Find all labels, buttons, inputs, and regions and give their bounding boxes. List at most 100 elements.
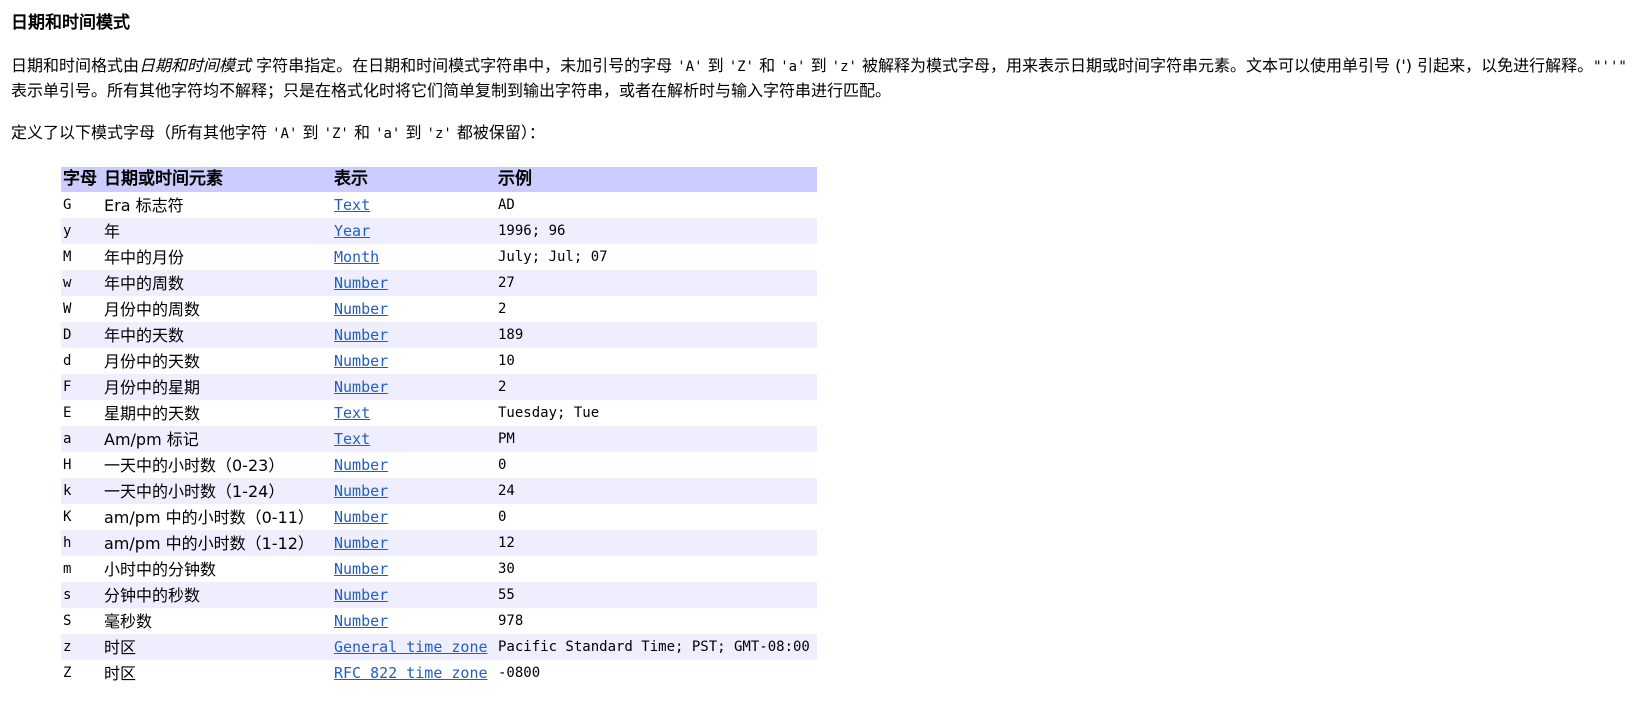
header-letter: 字母 bbox=[61, 167, 102, 192]
cell-example: 55 bbox=[496, 582, 817, 608]
intro-text-4: 和 bbox=[754, 56, 781, 75]
cell-letter: F bbox=[61, 374, 102, 400]
defined-text-5: 都被保留）： bbox=[451, 123, 545, 142]
table-row: z 时区 General time zone Pacific Standard … bbox=[61, 634, 817, 660]
presentation-link[interactable]: Number bbox=[334, 352, 388, 370]
table-row: M 年中的月份 Month July; Jul; 07 bbox=[61, 244, 817, 270]
table-row: d 月份中的天数 Number 10 bbox=[61, 348, 817, 374]
table-row: S 毫秒数 Number 978 bbox=[61, 608, 817, 634]
cell-example: July; Jul; 07 bbox=[496, 244, 817, 270]
cell-letter: S bbox=[61, 608, 102, 634]
presentation-link[interactable]: Number bbox=[334, 482, 388, 500]
cell-example: PM bbox=[496, 426, 817, 452]
presentation-link[interactable]: Number bbox=[334, 612, 388, 630]
intro-text-5: 到 bbox=[805, 56, 832, 75]
pattern-letters-table: 字母 日期或时间元素 表示 示例 G Era 标志符 Text AD y 年 Y… bbox=[61, 167, 817, 686]
cell-presentation: Number bbox=[332, 322, 496, 348]
cell-example: Tuesday; Tue bbox=[496, 400, 817, 426]
presentation-link[interactable]: Number bbox=[334, 300, 388, 318]
presentation-link[interactable]: Text bbox=[334, 404, 370, 422]
table-row: W 月份中的周数 Number 2 bbox=[61, 296, 817, 322]
defined-text-2: 到 bbox=[297, 123, 324, 142]
cell-letter: m bbox=[61, 556, 102, 582]
cell-example: 0 bbox=[496, 452, 817, 478]
cell-presentation: Number bbox=[332, 504, 496, 530]
cell-presentation: Number bbox=[332, 296, 496, 322]
table-body: G Era 标志符 Text AD y 年 Year 1996; 96 M 年中… bbox=[61, 192, 817, 686]
cell-letter: k bbox=[61, 478, 102, 504]
cell-example: 24 bbox=[496, 478, 817, 504]
cell-example: 2 bbox=[496, 296, 817, 322]
intro-code-quote: "''" bbox=[1593, 59, 1627, 75]
table-row: m 小时中的分钟数 Number 30 bbox=[61, 556, 817, 582]
presentation-link[interactable]: Text bbox=[334, 196, 370, 214]
defined-code-z: 'z' bbox=[426, 126, 452, 142]
cell-example: 2 bbox=[496, 374, 817, 400]
cell-example: 12 bbox=[496, 530, 817, 556]
cell-example: 30 bbox=[496, 556, 817, 582]
presentation-link[interactable]: Number bbox=[334, 456, 388, 474]
cell-element: 年中的天数 bbox=[102, 322, 332, 348]
cell-presentation: Text bbox=[332, 426, 496, 452]
cell-letter: s bbox=[61, 582, 102, 608]
presentation-link[interactable]: RFC 822 time zone bbox=[334, 664, 488, 682]
intro-text-7: 表示单引号。所有其他字符均不解释；只是在格式化时将它们简单复制到输出字符串，或者… bbox=[11, 81, 892, 100]
cell-letter: W bbox=[61, 296, 102, 322]
cell-letter: G bbox=[61, 192, 102, 218]
presentation-link[interactable]: Year bbox=[334, 222, 370, 240]
cell-element: 毫秒数 bbox=[102, 608, 332, 634]
cell-letter: D bbox=[61, 322, 102, 348]
table-row: s 分钟中的秒数 Number 55 bbox=[61, 582, 817, 608]
intro-code-z: 'z' bbox=[831, 59, 857, 75]
cell-letter: E bbox=[61, 400, 102, 426]
presentation-link[interactable]: Number bbox=[334, 534, 388, 552]
cell-element: 月份中的星期 bbox=[102, 374, 332, 400]
cell-element: am/pm 中的小时数（1-12） bbox=[102, 530, 332, 556]
defined-code-Z: 'Z' bbox=[323, 126, 349, 142]
defined-text-1: 定义了以下模式字母（所有其他字符 bbox=[11, 123, 273, 142]
cell-example: AD bbox=[496, 192, 817, 218]
presentation-link[interactable]: Number bbox=[334, 378, 388, 396]
cell-letter: h bbox=[61, 530, 102, 556]
presentation-link[interactable]: Number bbox=[334, 586, 388, 604]
cell-element: am/pm 中的小时数（0-11） bbox=[102, 504, 332, 530]
cell-presentation: Text bbox=[332, 400, 496, 426]
cell-element: 时区 bbox=[102, 634, 332, 660]
table-row: h am/pm 中的小时数（1-12） Number 12 bbox=[61, 530, 817, 556]
cell-letter: w bbox=[61, 270, 102, 296]
cell-element: Era 标志符 bbox=[102, 192, 332, 218]
cell-element: 年中的月份 bbox=[102, 244, 332, 270]
page-title: 日期和时间模式 bbox=[11, 13, 130, 33]
table-row: Z 时区 RFC 822 time zone -0800 bbox=[61, 660, 817, 686]
presentation-link[interactable]: Number bbox=[334, 326, 388, 344]
cell-element: 时区 bbox=[102, 660, 332, 686]
intro-paragraph: 日期和时间格式由日期和时间模式 字符串指定。在日期和时间模式字符串中，未加引号的… bbox=[11, 54, 1633, 102]
cell-element: 月份中的周数 bbox=[102, 296, 332, 322]
cell-letter: K bbox=[61, 504, 102, 530]
cell-element: 分钟中的秒数 bbox=[102, 582, 332, 608]
presentation-link[interactable]: General time zone bbox=[334, 638, 488, 656]
presentation-link[interactable]: Number bbox=[334, 560, 388, 578]
presentation-link[interactable]: Month bbox=[334, 248, 379, 266]
presentation-link[interactable]: Text bbox=[334, 430, 370, 448]
table-row: w 年中的周数 Number 27 bbox=[61, 270, 817, 296]
table-row: E 星期中的天数 Text Tuesday; Tue bbox=[61, 400, 817, 426]
cell-letter: y bbox=[61, 218, 102, 244]
cell-letter: M bbox=[61, 244, 102, 270]
cell-presentation: General time zone bbox=[332, 634, 496, 660]
defined-code-A: 'A' bbox=[272, 126, 298, 142]
intro-text-2: 字符串指定。在日期和时间模式字符串中，未加引号的字母 bbox=[251, 56, 678, 75]
defined-text-3: 和 bbox=[348, 123, 376, 142]
cell-element: 小时中的分钟数 bbox=[102, 556, 332, 582]
table-row: K am/pm 中的小时数（0-11） Number 0 bbox=[61, 504, 817, 530]
presentation-link[interactable]: Number bbox=[334, 274, 388, 292]
cell-example: -0800 bbox=[496, 660, 817, 686]
cell-presentation: Text bbox=[332, 192, 496, 218]
defined-text-4: 到 bbox=[400, 123, 427, 142]
cell-presentation: Number bbox=[332, 478, 496, 504]
table-row: y 年 Year 1996; 96 bbox=[61, 218, 817, 244]
intro-text-1: 日期和时间格式由 bbox=[11, 56, 140, 75]
presentation-link[interactable]: Number bbox=[334, 508, 388, 526]
intro-text-6: 被解释为模式字母，用来表示日期或时间字符串元素。文本可以使用单引号 (') 引起… bbox=[856, 56, 1594, 75]
cell-letter: H bbox=[61, 452, 102, 478]
